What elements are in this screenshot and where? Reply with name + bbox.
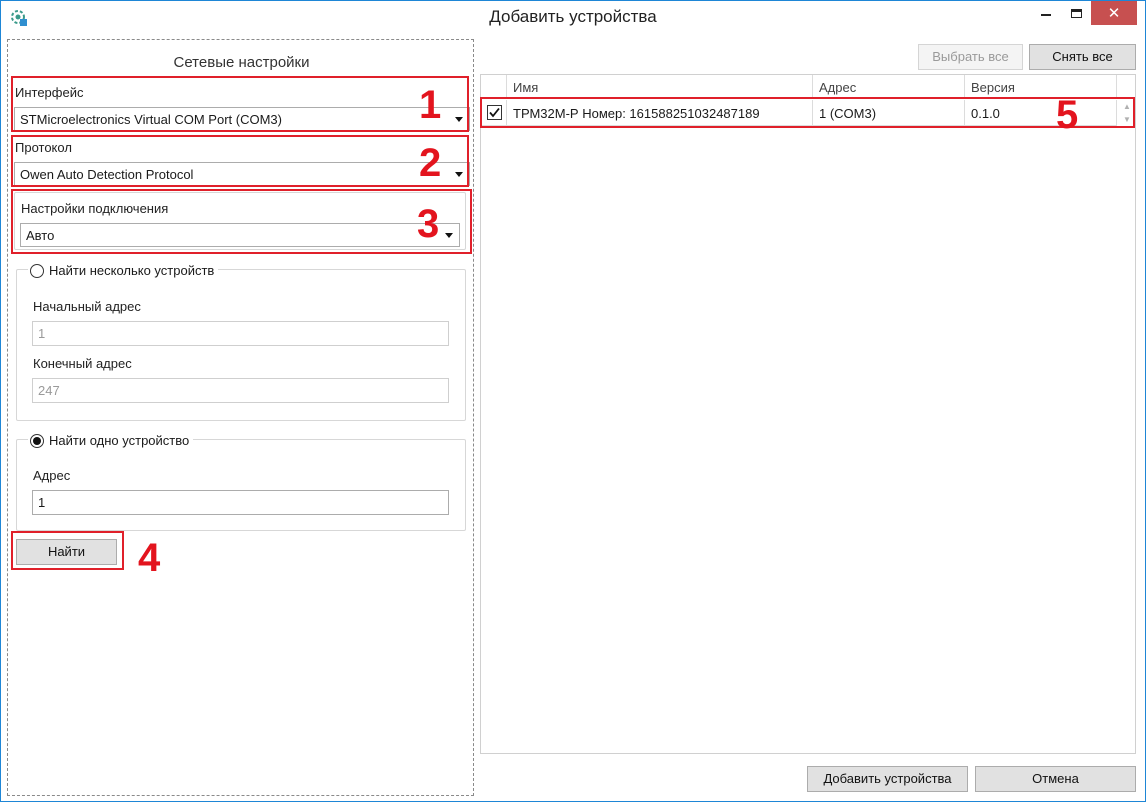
protocol-label: Протокол (15, 140, 72, 155)
connection-value: Авто (26, 228, 55, 243)
close-icon: ✕ (1107, 5, 1121, 22)
title-bar: Добавить устройства ✕ (1, 1, 1145, 35)
connection-label: Настройки подключения (21, 201, 169, 216)
close-button[interactable]: ✕ (1091, 1, 1137, 25)
add-devices-window: Добавить устройства ✕ Сетевые настройки … (0, 0, 1146, 802)
chevron-down-icon: ▼ (1123, 115, 1131, 124)
row-checkbox[interactable] (487, 105, 502, 120)
protocol-value: Owen Auto Detection Protocol (20, 167, 194, 182)
chevron-down-icon (455, 117, 463, 122)
address-input[interactable]: 1 (32, 490, 449, 515)
table-row-address[interactable]: 1 (COM3) (813, 100, 965, 126)
annotation-marker-2: 2 (419, 141, 442, 185)
find-multiple-radio[interactable]: Найти несколько устройств (28, 263, 219, 278)
end-address-input[interactable]: 247 (32, 378, 449, 403)
add-devices-button[interactable]: Добавить устройства (807, 766, 968, 792)
start-address-label: Начальный адрес (33, 299, 141, 314)
table-header-version[interactable]: Версия (965, 75, 1117, 99)
find-single-radio[interactable]: Найти одно устройство (28, 433, 194, 448)
minimize-icon (1041, 14, 1051, 16)
cancel-button[interactable]: Отмена (975, 766, 1136, 792)
interface-select[interactable]: STMicroelectronics Virtual COM Port (COM… (14, 107, 470, 131)
row-scroll-arrows[interactable]: ▲ ▼ (1121, 102, 1133, 124)
find-single-label: Найти одно устройство (49, 433, 190, 448)
interface-value: STMicroelectronics Virtual COM Port (COM… (20, 112, 282, 127)
connection-select[interactable]: Авто (20, 223, 460, 247)
annotation-marker-3: 3 (417, 202, 440, 246)
devices-table: Имя Адрес Версия ТРМ32М-Р Номер: 1615882… (480, 74, 1136, 754)
table-header-name[interactable]: Имя (507, 75, 813, 99)
chevron-down-icon (455, 172, 463, 177)
annotation-marker-4: 4 (138, 536, 161, 580)
deselect-all-button[interactable]: Снять все (1029, 44, 1136, 70)
minimize-button[interactable] (1031, 1, 1061, 25)
maximize-button[interactable] (1061, 1, 1091, 25)
find-button[interactable]: Найти (16, 539, 117, 565)
network-settings-panel: Сетевые настройки Интерфейс STMicroelect… (7, 39, 474, 796)
panel-title: Сетевые настройки (173, 54, 310, 71)
maximize-icon (1070, 8, 1082, 18)
table-row-version[interactable]: 0.1.0 (965, 100, 1117, 126)
radio-checked-icon (30, 433, 44, 448)
find-single-group (16, 439, 466, 531)
interface-label: Интерфейс (15, 85, 84, 100)
start-address-input[interactable]: 1 (32, 321, 449, 346)
protocol-select[interactable]: Owen Auto Detection Protocol (14, 162, 470, 186)
table-header-address[interactable]: Адрес (813, 75, 965, 99)
table-row-name[interactable]: ТРМ32М-Р Номер: 161588251032487189 (507, 100, 813, 126)
annotation-marker-1: 1 (419, 83, 442, 127)
annotation-marker-5: 5 (1056, 93, 1079, 137)
checkmark-icon (489, 107, 500, 118)
select-all-button[interactable]: Выбрать все (918, 44, 1023, 70)
table-row-checkbox-cell (481, 100, 507, 126)
address-label: Адрес (33, 468, 71, 483)
radio-unchecked-icon (30, 263, 44, 278)
chevron-up-icon: ▲ (1123, 102, 1131, 111)
table-header-check (481, 75, 507, 99)
window-title: Добавить устройства (489, 7, 657, 26)
end-address-label: Конечный адрес (33, 356, 132, 371)
chevron-down-icon (445, 233, 453, 238)
find-multiple-label: Найти несколько устройств (49, 263, 215, 278)
